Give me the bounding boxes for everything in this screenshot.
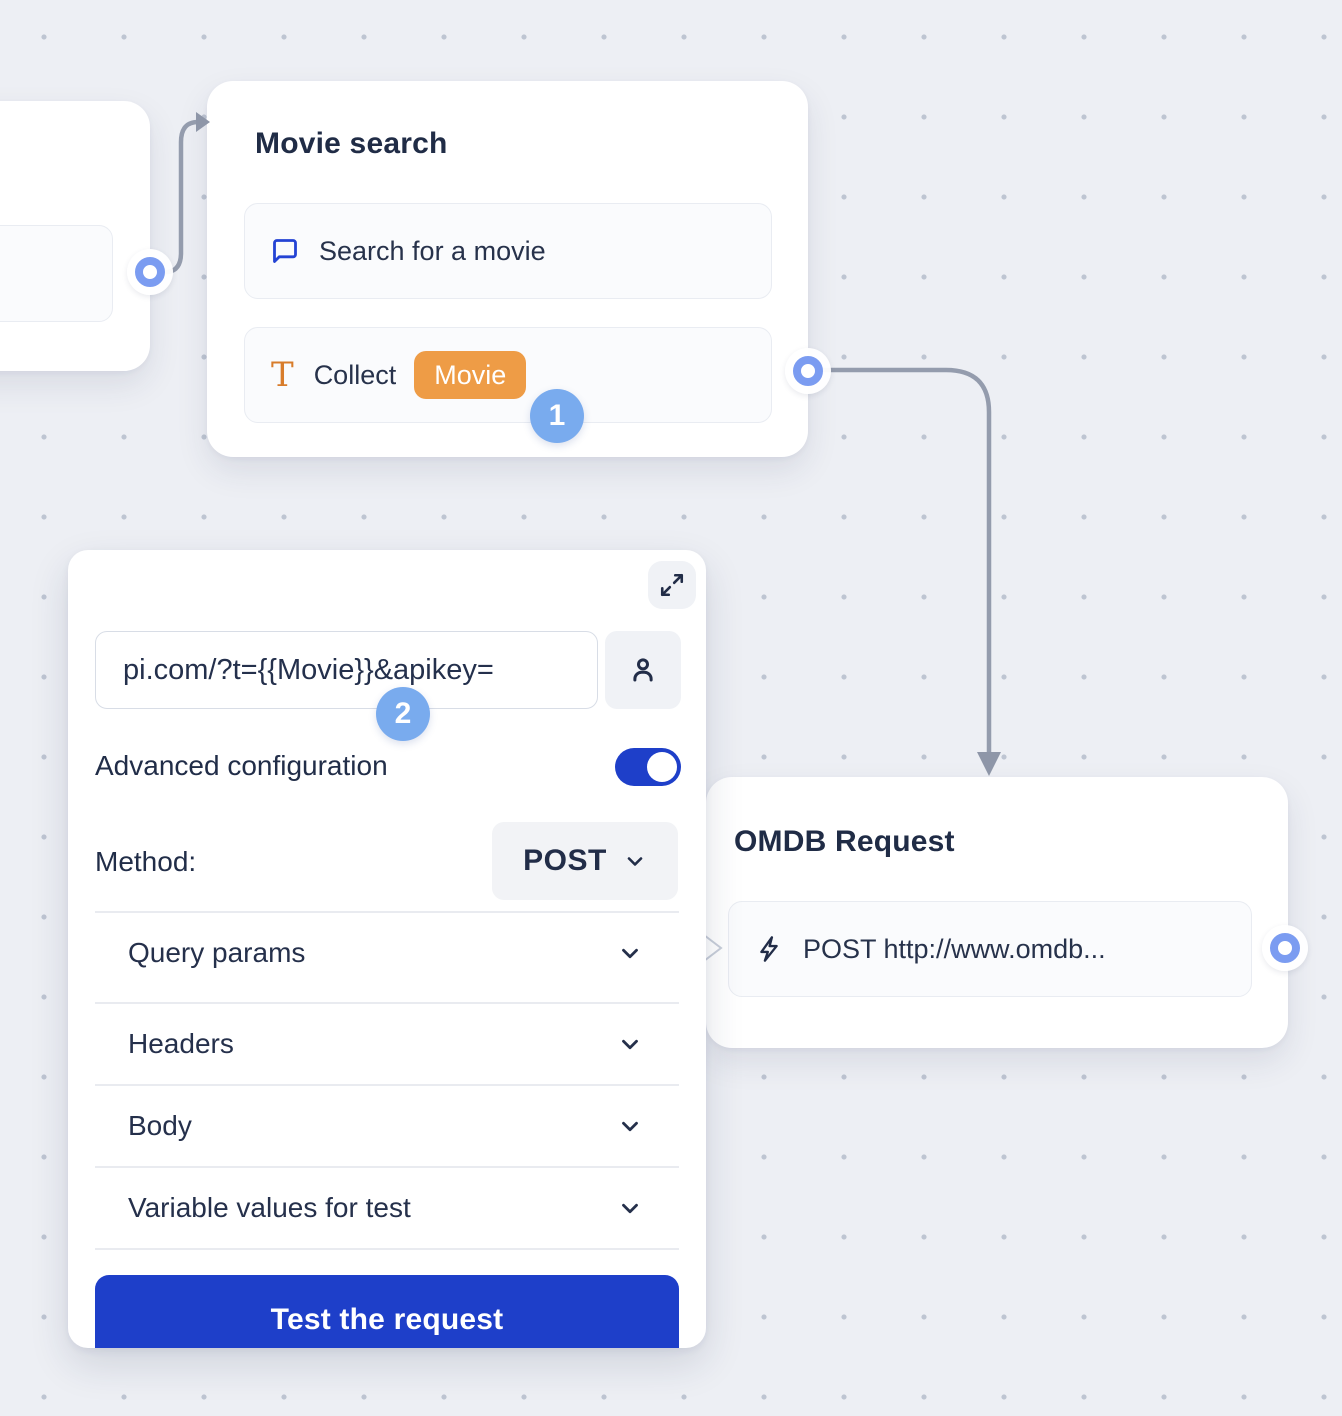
connector-arrow-2 bbox=[977, 752, 1001, 776]
chevron-down-icon bbox=[617, 1195, 643, 1221]
step-badge-1: 1 bbox=[530, 389, 584, 443]
flow-canvas[interactable]: Movie search Search for a movie T Collec… bbox=[0, 0, 1342, 1416]
method-label: Method: bbox=[95, 846, 196, 878]
connector-line-1 bbox=[163, 122, 199, 272]
section-label: Variable values for test bbox=[128, 1192, 411, 1224]
port-dot bbox=[1270, 933, 1300, 963]
test-request-button[interactable]: Test the request bbox=[95, 1275, 679, 1348]
say-block-label: Search for a movie bbox=[319, 236, 546, 267]
connector-line-2 bbox=[824, 370, 989, 753]
section-variable-values[interactable]: Variable values for test bbox=[95, 1167, 679, 1249]
partial-left-node[interactable] bbox=[0, 101, 150, 371]
movie-search-title: Movie search bbox=[255, 127, 448, 161]
text-icon: T bbox=[271, 358, 294, 392]
chevron-down-icon bbox=[623, 849, 647, 873]
port-movie-search-output[interactable] bbox=[785, 348, 831, 394]
omdb-request-label: POST http://www.omdb... bbox=[803, 934, 1106, 965]
port-left-node-output[interactable] bbox=[127, 249, 173, 295]
variable-tag-movie[interactable]: Movie bbox=[414, 351, 526, 399]
omdb-request-title: OMDB Request bbox=[734, 825, 955, 859]
step-badge-2: 2 bbox=[376, 687, 430, 741]
collect-block-label: Collect bbox=[314, 360, 397, 391]
omdb-request-node[interactable]: OMDB Request POST http://www.omdb... bbox=[706, 777, 1288, 1048]
expand-icon bbox=[659, 572, 685, 598]
section-query-params[interactable]: Query params bbox=[95, 912, 679, 994]
toggle-knob bbox=[647, 752, 677, 782]
partial-left-block[interactable] bbox=[0, 225, 113, 322]
chevron-down-icon bbox=[617, 1113, 643, 1139]
section-label: Headers bbox=[128, 1028, 234, 1060]
advanced-configuration-label: Advanced configuration bbox=[95, 750, 388, 782]
movie-search-node[interactable]: Movie search Search for a movie T Collec… bbox=[207, 81, 808, 457]
advanced-configuration-toggle[interactable] bbox=[615, 748, 681, 786]
webhook-config-panel[interactable]: Advanced configuration Method: POST Quer… bbox=[68, 550, 706, 1348]
method-value: POST bbox=[523, 844, 607, 878]
port-dot bbox=[135, 257, 165, 287]
say-block[interactable]: Search for a movie bbox=[244, 203, 772, 299]
chevron-down-icon bbox=[617, 1031, 643, 1057]
method-dropdown[interactable]: POST bbox=[492, 822, 678, 900]
port-omdb-output[interactable] bbox=[1262, 925, 1308, 971]
omdb-request-block[interactable]: POST http://www.omdb... bbox=[728, 901, 1252, 997]
section-body[interactable]: Body bbox=[95, 1085, 679, 1167]
section-headers[interactable]: Headers bbox=[95, 1003, 679, 1085]
port-dot bbox=[793, 356, 823, 386]
section-label: Body bbox=[128, 1110, 192, 1142]
url-input[interactable] bbox=[95, 631, 598, 709]
expand-button[interactable] bbox=[648, 561, 696, 609]
chat-bubble-icon bbox=[271, 237, 299, 265]
divider bbox=[95, 1248, 679, 1250]
user-icon bbox=[628, 655, 658, 685]
collect-block[interactable]: T Collect Movie bbox=[244, 327, 772, 423]
lightning-icon bbox=[755, 935, 783, 963]
user-variable-button[interactable] bbox=[605, 631, 681, 709]
section-label: Query params bbox=[128, 937, 305, 969]
chevron-down-icon bbox=[617, 940, 643, 966]
